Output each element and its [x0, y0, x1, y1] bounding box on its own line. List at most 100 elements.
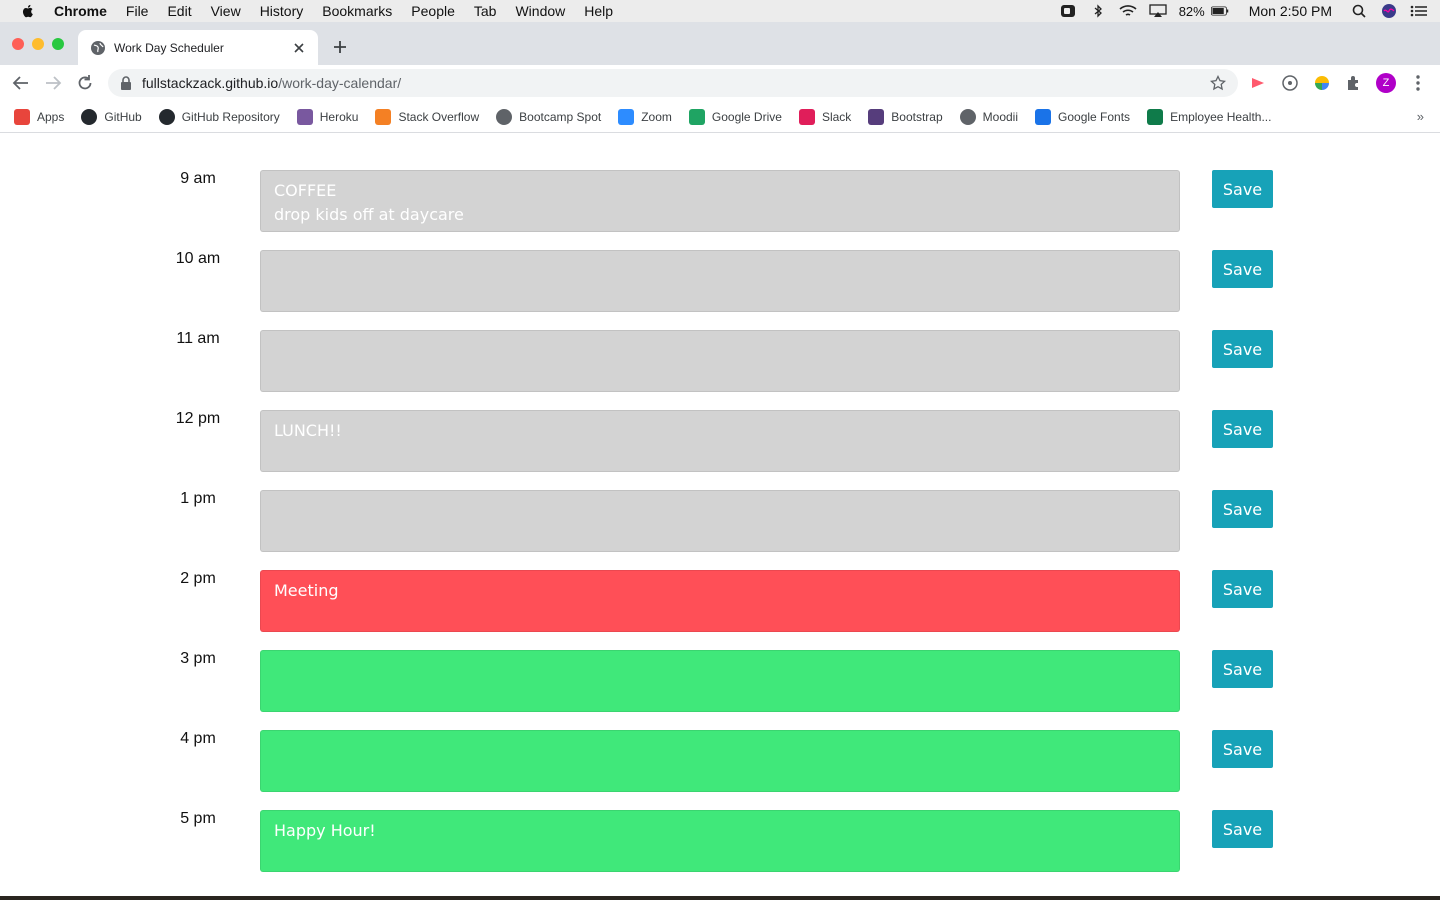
window-minimize-button[interactable]	[32, 38, 44, 50]
menu-bookmarks[interactable]: Bookmarks	[322, 3, 392, 19]
tab-close-icon[interactable]	[292, 41, 306, 55]
save-button[interactable]: Save	[1212, 730, 1273, 768]
save-button[interactable]: Save	[1212, 410, 1273, 448]
bookmark-label: Bootcamp Spot	[519, 109, 602, 124]
menu-view[interactable]: View	[211, 3, 241, 19]
bookmark-item[interactable]: GitHub	[81, 108, 142, 125]
url-text[interactable]: fullstackzack.github.io/work-day-calenda…	[142, 75, 401, 91]
save-button[interactable]: Save	[1212, 650, 1273, 688]
chrome-menu-icon[interactable]	[1408, 73, 1428, 93]
bookmarks-overflow-chevron-icon[interactable]: »	[1417, 109, 1424, 124]
notification-center-icon[interactable]	[1410, 4, 1428, 18]
extension-colorful-icon[interactable]	[1312, 73, 1332, 93]
bookmark-label: Employee Health...	[1170, 109, 1272, 124]
time-block-row: 1 pm Save	[0, 490, 1440, 552]
hour-label: 2 pm	[180, 570, 216, 587]
wifi-icon[interactable]	[1119, 4, 1137, 18]
airplay-icon[interactable]	[1149, 4, 1167, 18]
siri-icon[interactable]	[1380, 4, 1398, 18]
apple-icon[interactable]	[20, 3, 36, 19]
window-zoom-button[interactable]	[52, 38, 64, 50]
menu-help[interactable]: Help	[584, 3, 613, 19]
save-button[interactable]: Save	[1212, 570, 1273, 608]
event-textarea[interactable]: Meeting	[260, 570, 1180, 632]
profile-avatar[interactable]: Z	[1376, 73, 1396, 93]
time-block-row: 4 pm Save	[0, 730, 1440, 792]
reload-icon[interactable]	[74, 72, 96, 94]
event-textarea[interactable]: COFFEE drop kids off at daycare	[260, 170, 1180, 232]
time-block-row: 2 pm Meeting Save	[0, 570, 1440, 632]
battery-icon[interactable]	[1210, 4, 1229, 18]
bookmark-label: Google Drive	[711, 109, 782, 124]
event-textarea[interactable]	[260, 730, 1180, 792]
menu-window[interactable]: Window	[515, 3, 565, 19]
slack-icon	[798, 108, 815, 125]
window-close-button[interactable]	[12, 38, 24, 50]
bookmark-label: Moodii	[982, 109, 1019, 124]
tab-strip: Work Day Scheduler	[0, 22, 1440, 65]
bookmark-item[interactable]: Zoom	[618, 108, 672, 125]
event-textarea[interactable]: Happy Hour!	[260, 810, 1180, 872]
save-button[interactable]: Save	[1212, 330, 1273, 368]
menu-history[interactable]: History	[260, 3, 304, 19]
event-textarea[interactable]: LUNCH!!	[260, 410, 1180, 472]
bookmark-item[interactable]: Bootcamp Spot	[496, 108, 602, 125]
globe-icon	[91, 40, 105, 55]
stackoverflow-icon	[375, 108, 392, 125]
bluetooth-icon[interactable]	[1089, 4, 1107, 18]
menu-tab[interactable]: Tab	[474, 3, 497, 19]
bookmark-item[interactable]: Google Drive	[688, 108, 782, 125]
menu-people[interactable]: People	[411, 3, 455, 19]
camera-icon[interactable]	[1059, 4, 1077, 18]
scheduler-page: 9 am COFFEE drop kids off at daycare Save 1…	[0, 134, 1440, 896]
back-arrow-icon[interactable]	[10, 72, 32, 94]
save-button[interactable]: Save	[1212, 490, 1273, 528]
globe-icon	[959, 108, 976, 125]
save-button[interactable]: Save	[1212, 170, 1273, 208]
bookmark-item[interactable]: Employee Health...	[1147, 108, 1272, 125]
lock-icon[interactable]	[120, 76, 132, 90]
menubar-clock[interactable]: Mon 2:50 PM	[1249, 3, 1332, 19]
battery-percent: 82%	[1178, 3, 1205, 19]
bookmark-item[interactable]: Google Fonts	[1035, 108, 1131, 125]
forward-arrow-icon[interactable]	[42, 72, 64, 94]
bookmark-label: Google Fonts	[1058, 109, 1131, 124]
extension-cast-icon[interactable]	[1248, 73, 1268, 93]
bookmark-label: Stack Overflow	[398, 109, 480, 124]
spotlight-search-icon[interactable]	[1350, 4, 1368, 18]
menubar-status-area: 82% Mon 2:50 PM	[1059, 0, 1440, 22]
new-tab-plus-icon[interactable]	[330, 37, 350, 57]
event-textarea[interactable]	[260, 650, 1180, 712]
time-block-row: 12 pm LUNCH!! Save	[0, 410, 1440, 472]
bookmark-item[interactable]: Apps	[14, 108, 65, 125]
time-block-row: 11 am Save	[0, 330, 1440, 392]
bookmark-item[interactable]: Bootstrap	[868, 108, 943, 125]
hour-label: 10 am	[175, 250, 221, 267]
tab-work-day-scheduler[interactable]: Work Day Scheduler	[78, 30, 318, 65]
menu-file[interactable]: File	[126, 3, 149, 19]
event-textarea[interactable]	[260, 490, 1180, 552]
event-textarea[interactable]	[260, 330, 1180, 392]
profile-initial: Z	[1376, 73, 1396, 93]
bookmark-label: Slack	[821, 109, 852, 124]
bookmark-label: Apps	[37, 109, 65, 124]
bookmark-star-icon[interactable]	[1210, 75, 1226, 91]
event-textarea[interactable]	[260, 250, 1180, 312]
bookmark-item[interactable]: GitHub Repository	[158, 108, 280, 125]
bootstrap-icon	[868, 108, 885, 125]
bookmark-item[interactable]: Stack Overflow	[375, 108, 480, 125]
forms-icon	[1147, 108, 1164, 125]
hour-label: 12 pm	[175, 410, 221, 427]
save-button[interactable]: Save	[1212, 810, 1273, 848]
macos-menubar: Chrome File Edit View History Bookmarks …	[0, 0, 1440, 22]
bookmark-item[interactable]: Moodii	[959, 108, 1019, 125]
menu-app-name[interactable]: Chrome	[54, 3, 107, 19]
github-icon	[158, 108, 175, 125]
extension-circle-icon[interactable]	[1280, 73, 1300, 93]
menu-edit[interactable]: Edit	[167, 3, 191, 19]
save-button[interactable]: Save	[1212, 250, 1273, 288]
address-bar[interactable]: fullstackzack.github.io/work-day-calenda…	[108, 69, 1238, 97]
bookmark-item[interactable]: Heroku	[296, 108, 358, 125]
bookmark-item[interactable]: Slack	[798, 108, 852, 125]
extensions-puzzle-icon[interactable]	[1344, 73, 1364, 93]
